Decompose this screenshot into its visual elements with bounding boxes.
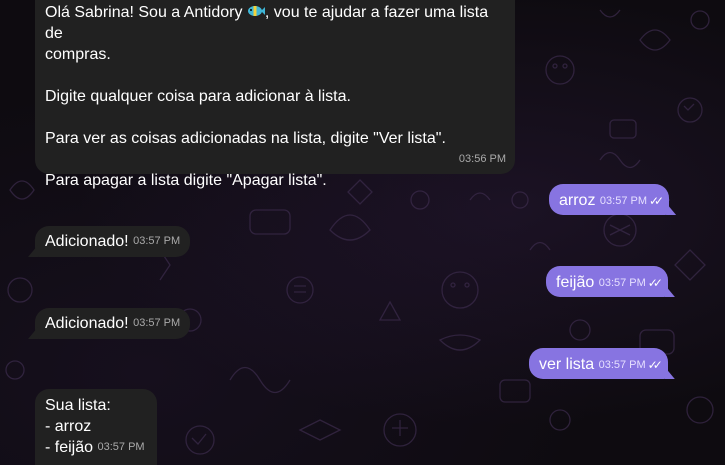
list-item-text: - feijão (45, 439, 94, 456)
incoming-message-intro: Olá Sabrina! Sou a Antidory , vou te aju… (35, 0, 515, 189)
incoming-message: Adicionado! 03:57 PM (28, 308, 191, 339)
outgoing-message: feijão 03:57 PM ✓✓ (546, 266, 675, 297)
message-text: arroz (559, 192, 596, 209)
intro-line-5: Para apagar a lista digite "Apagar lista… (45, 172, 327, 189)
message-text: Adicionado! (45, 233, 129, 250)
intro-line-2: compras. (45, 46, 111, 63)
incoming-message-list: Sua lista: - arroz - feijão 03:57 PM (35, 389, 157, 465)
message-time: 03:57 PM (133, 317, 181, 329)
intro-line-3: Digite qualquer coisa para adicionar à l… (45, 88, 351, 105)
list-header: Sua lista: (45, 397, 111, 414)
message-time: 03:57 PM (598, 277, 646, 289)
intro-line-4: Para ver as coisas adicionadas na lista,… (45, 130, 446, 147)
intro-text-a: Olá Sabrina! Sou a Antidory (45, 4, 247, 21)
message-time: 03:56 PM (458, 153, 506, 165)
outgoing-message: ver lista 03:57 PM ✓✓ (529, 348, 675, 379)
message-text: feijão (556, 274, 595, 291)
fish-emoji-icon (247, 6, 265, 16)
list-item: - feijão 03:57 PM (45, 437, 147, 458)
incoming-message: Adicionado! 03:57 PM (28, 226, 191, 257)
message-time: 03:57 PM (598, 359, 646, 371)
read-ticks-icon: ✓✓ (649, 194, 664, 208)
message-time: 03:57 PM (133, 235, 181, 247)
list-item: - arroz (45, 418, 92, 435)
read-ticks-icon: ✓✓ (647, 358, 663, 372)
message-time: 03:57 PM (97, 441, 145, 453)
read-ticks-icon: ✓✓ (647, 276, 663, 290)
intro-line-1: Olá Sabrina! Sou a Antidory , vou te aju… (45, 2, 505, 44)
message-text: ver lista (539, 356, 595, 373)
message-text: Adicionado! (45, 315, 129, 332)
chat-area: Olá Sabrina! Sou a Antidory , vou te aju… (0, 0, 725, 465)
message-time: 03:57 PM (599, 195, 647, 207)
outgoing-message: arroz 03:57 PM ✓✓ (549, 184, 677, 215)
